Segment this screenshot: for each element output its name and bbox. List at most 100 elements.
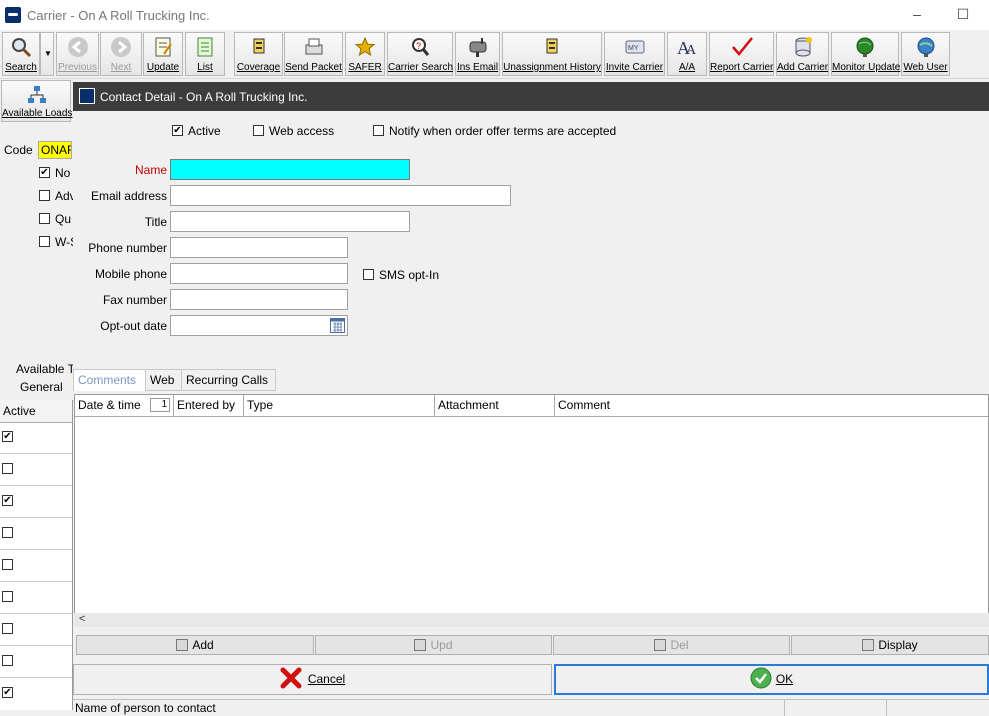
- active-checkbox[interactable]: ✔: [2, 495, 13, 506]
- scroll-left-icon[interactable]: <: [79, 613, 85, 625]
- svg-text:MY: MY: [628, 45, 639, 52]
- unassignment-history-button[interactable]: Unassignment History: [502, 32, 602, 76]
- update-comment-button[interactable]: Upd: [315, 635, 552, 655]
- column-header-type[interactable]: Type: [244, 395, 435, 417]
- add-comment-button[interactable]: Add: [76, 635, 314, 655]
- ok-check-icon: [750, 667, 772, 689]
- optout-label: Opt-out date: [100, 319, 167, 333]
- send-packet-button[interactable]: Send Packet: [284, 32, 343, 76]
- column-header-attachment[interactable]: Attachment: [435, 395, 555, 417]
- coverage-icon: [253, 38, 264, 54]
- report-carrier-button[interactable]: Report Carrier: [709, 32, 774, 76]
- optout-date-field[interactable]: [170, 315, 348, 336]
- magnifier-icon: [12, 38, 32, 58]
- sms-optin-label: SMS opt-In: [379, 268, 440, 282]
- ins-email-button[interactable]: Ins Email: [455, 32, 500, 76]
- active-checkbox[interactable]: ✔: [2, 687, 13, 698]
- active-checkbox[interactable]: [2, 623, 13, 634]
- active-checkbox[interactable]: [2, 463, 13, 474]
- title-label: Title: [144, 215, 167, 229]
- add-icon: [176, 639, 189, 651]
- phone-field[interactable]: [170, 237, 348, 258]
- active-option-label: Active: [188, 124, 221, 138]
- monitor-update-button[interactable]: Monitor Update: [831, 32, 900, 76]
- display-comment-button[interactable]: Display: [791, 635, 989, 655]
- web-access-checkbox[interactable]: [253, 125, 264, 136]
- code-label: Code: [4, 143, 33, 157]
- available-loads-button[interactable]: Available Loads: [1, 80, 72, 122]
- calendar-icon[interactable]: [330, 318, 345, 333]
- search-button[interactable]: Search: [2, 32, 40, 76]
- fax-icon: [305, 38, 322, 55]
- delete-comment-button[interactable]: Del: [553, 635, 790, 655]
- email-field[interactable]: [170, 185, 511, 206]
- web-user-button[interactable]: Web User: [901, 32, 950, 76]
- search-doc-icon: ?: [412, 38, 430, 56]
- active-checkbox[interactable]: [2, 559, 13, 570]
- active-checkbox[interactable]: [2, 655, 13, 666]
- globe-icon: [856, 37, 874, 57]
- checkmark-icon: [731, 37, 753, 56]
- coverage-button[interactable]: Coverage: [234, 32, 283, 76]
- active-column-header: Active: [3, 404, 36, 418]
- status-text: Name of person to contact: [75, 701, 216, 715]
- status-bar: Name of person to contact: [73, 699, 989, 716]
- display-icon: [862, 639, 875, 651]
- active-checkbox[interactable]: ✔: [2, 431, 13, 442]
- dialog-title: Contact Detail - On A Roll Trucking Inc.: [100, 90, 308, 104]
- ok-button[interactable]: OK: [554, 664, 989, 695]
- add-carrier-button[interactable]: Add Carrier: [776, 32, 829, 76]
- database-icon: [795, 37, 812, 57]
- web-access-label: Web access: [269, 124, 335, 138]
- sms-optin-checkbox[interactable]: [363, 269, 374, 280]
- comments-grid: Date & time 1 Entered by Type Attachment…: [74, 394, 989, 627]
- tab-comments[interactable]: Comments: [73, 369, 146, 391]
- aa-button[interactable]: AA A/A: [667, 32, 707, 76]
- history-icon: [546, 38, 558, 54]
- svg-text:A: A: [686, 43, 697, 58]
- invite-icon: MY: [625, 40, 644, 54]
- previous-button[interactable]: Previous: [56, 32, 99, 76]
- list-button[interactable]: List: [185, 32, 225, 76]
- app-logo-icon: [5, 7, 21, 23]
- horizontal-scrollbar[interactable]: <: [74, 613, 989, 627]
- email-label: Email address: [90, 189, 167, 203]
- maximize-button[interactable]: ☐: [953, 5, 973, 23]
- network-icon: [28, 86, 46, 103]
- next-button[interactable]: Next: [100, 32, 142, 76]
- font-icon: AA: [677, 38, 697, 58]
- sort-indicator: 1: [150, 398, 170, 412]
- tab-web[interactable]: Web: [146, 369, 182, 391]
- column-header-entered-by[interactable]: Entered by: [174, 395, 244, 417]
- cancel-button[interactable]: Cancel: [73, 664, 552, 695]
- carrier-search-button[interactable]: ? Carrier Search: [387, 32, 453, 76]
- invite-carrier-button[interactable]: MY Invite Carrier: [604, 32, 665, 76]
- active-checkbox[interactable]: [2, 527, 13, 538]
- title-field[interactable]: [170, 211, 410, 232]
- tab-recurring-calls[interactable]: Recurring Calls: [182, 369, 276, 391]
- phone-label: Phone number: [88, 241, 167, 255]
- active-checkbox[interactable]: [2, 591, 13, 602]
- column-header-datetime[interactable]: Date & time 1: [75, 395, 174, 417]
- list-icon: [197, 37, 213, 57]
- code-field[interactable]: ONAR: [38, 141, 72, 159]
- tab-available[interactable]: Available T: [16, 362, 75, 376]
- arrow-left-icon: [67, 37, 88, 57]
- update-button[interactable]: Update: [143, 32, 183, 76]
- name-field[interactable]: [170, 159, 410, 180]
- main-toolbar: Search ▼ Previous Next Update List Cover…: [0, 30, 989, 79]
- fax-label: Fax number: [102, 293, 167, 307]
- chevron-down-icon: ▼: [44, 49, 52, 58]
- mobile-field[interactable]: [170, 263, 348, 284]
- arrow-right-icon: [111, 37, 131, 57]
- search-dropdown-button[interactable]: ▼: [40, 32, 54, 76]
- notify-offer-label: Notify when order offer terms are accept…: [389, 124, 617, 138]
- minimize-button[interactable]: –: [907, 5, 927, 23]
- fax-field[interactable]: [170, 289, 348, 310]
- active-option-checkbox[interactable]: ✔: [172, 125, 183, 136]
- mobile-label: Mobile phone: [94, 267, 167, 281]
- safer-button[interactable]: SAFER: [345, 32, 385, 76]
- column-header-comment[interactable]: Comment: [555, 395, 988, 417]
- tab-general[interactable]: General: [20, 380, 63, 394]
- notify-offer-checkbox[interactable]: [373, 125, 384, 136]
